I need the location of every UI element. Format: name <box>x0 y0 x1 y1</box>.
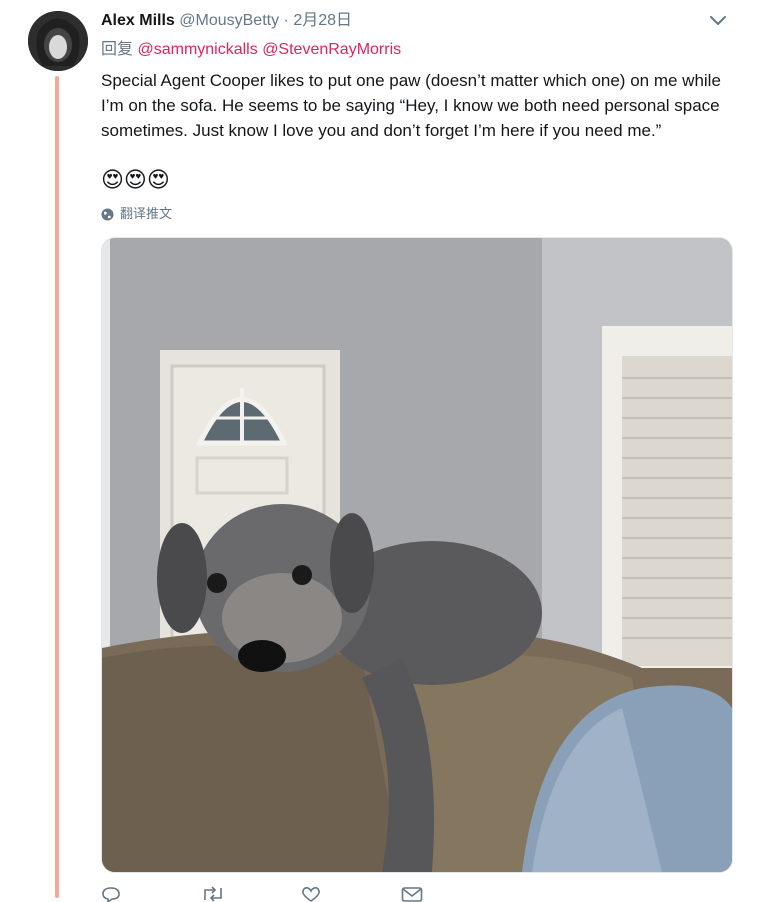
retweet-icon <box>204 886 222 902</box>
mention-link[interactable]: @StevenRayMorris <box>262 41 401 58</box>
heart-icon <box>302 887 320 902</box>
like-button[interactable] <box>301 886 401 902</box>
translate-tweet-link[interactable]: 翻译推文 <box>101 205 172 223</box>
reply-prefix: 回复 <box>101 41 134 58</box>
thread-line <box>55 76 59 898</box>
avatar-image <box>28 11 88 71</box>
reply-icon <box>102 887 120 902</box>
tweet-date[interactable]: 2月28日 <box>293 12 352 29</box>
reply-button[interactable] <box>101 886 201 902</box>
tweet-actions <box>101 886 501 902</box>
author-name[interactable]: Alex Mills <box>101 12 175 29</box>
author-handle[interactable]: @MousyBetty <box>179 12 279 29</box>
dog-photo <box>102 238 732 872</box>
tweet-header: Alex Mills @MousyBetty · 2月28日 <box>101 11 352 31</box>
tweet-text: Special Agent Cooper likes to put one pa… <box>101 68 741 143</box>
tweet-body: Special Agent Cooper likes to put one pa… <box>101 71 721 140</box>
translate-label: 翻译推文 <box>120 206 173 221</box>
mention-link[interactable]: @sammynickalls <box>137 41 257 58</box>
envelope-icon <box>401 887 423 902</box>
avatar[interactable] <box>28 11 88 71</box>
tweet-photo[interactable] <box>101 237 733 873</box>
separator-dot: · <box>283 12 289 29</box>
dm-button[interactable] <box>401 886 501 902</box>
globe-icon <box>101 208 114 220</box>
emoji-row: 😍😍😍 <box>101 167 170 192</box>
chevron-down-icon[interactable] <box>709 14 727 28</box>
reply-context: 回复 @sammynickalls @StevenRayMorris <box>101 40 401 60</box>
retweet-button[interactable] <box>201 886 301 902</box>
